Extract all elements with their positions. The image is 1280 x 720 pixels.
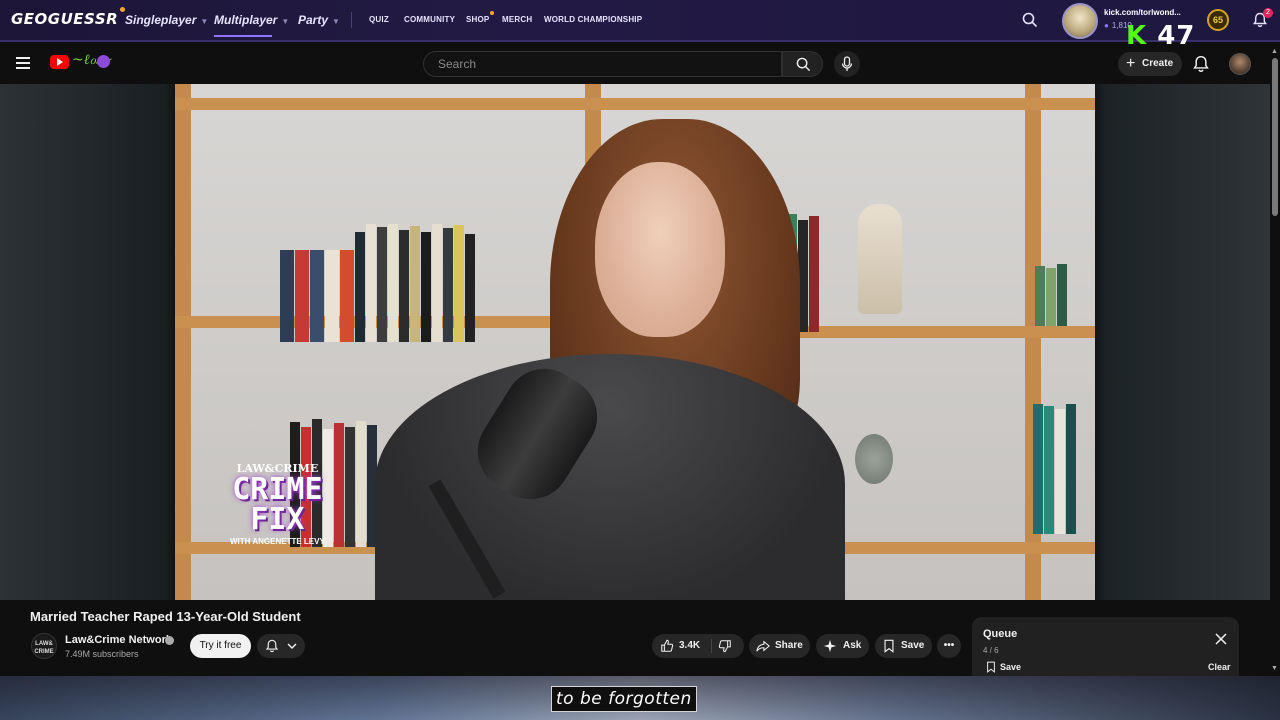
- doodle-badge-icon: [97, 55, 110, 68]
- queue-panel: Queue 4 / 6 Save Clear: [972, 617, 1239, 677]
- like-count[interactable]: 3.4K: [679, 634, 700, 658]
- channel-avatar[interactable]: LAW& CRIME: [31, 633, 57, 659]
- save-button[interactable]: Save: [875, 634, 932, 658]
- create-button[interactable]: + Create: [1118, 52, 1182, 76]
- more-dots-icon: •••: [943, 640, 955, 651]
- bookshelf-books: [1033, 404, 1077, 534]
- youtube-header: ~ℓℴ𝓈~ +Create: [0, 44, 1280, 84]
- stream-subtitle: to be forgotten: [551, 686, 697, 712]
- host-face: [595, 162, 725, 337]
- notifications-bell-icon[interactable]: [1192, 55, 1210, 73]
- subscription-bell-button[interactable]: [257, 634, 305, 658]
- dislike-thumb-down-icon[interactable]: [718, 639, 732, 653]
- more-actions-button[interactable]: •••: [937, 634, 961, 658]
- search-icon[interactable]: [1022, 12, 1038, 28]
- kick-count: 47: [1157, 21, 1196, 51]
- like-dislike-group: 3.4K: [652, 634, 744, 658]
- voice-search-button[interactable]: [834, 51, 860, 77]
- share-arrow-icon: [756, 640, 770, 652]
- bookshelf-books: [280, 224, 476, 342]
- channel-name[interactable]: Law&Crime Network: [65, 634, 172, 646]
- nav-party[interactable]: Party ▼: [298, 13, 340, 27]
- user-avatar[interactable]: [1062, 3, 1098, 39]
- ask-label: Ask: [843, 640, 862, 651]
- nav-multiplayer[interactable]: Multiplayer ▼: [214, 13, 290, 37]
- try-it-free-button[interactable]: Try it free: [190, 634, 251, 658]
- search-button[interactable]: [782, 51, 823, 77]
- geoguessr-top-bar: GEOGUESSR Singleplayer ▼ Multiplayer ▼ Par…: [0, 0, 1280, 42]
- nav-shop-label: SHOP: [466, 15, 490, 24]
- queue-position: 4 / 6: [983, 646, 999, 655]
- nav-divider: [351, 12, 352, 28]
- user-name[interactable]: kick.com/torlwond...: [1104, 8, 1181, 17]
- kick-logo-icon: K: [1126, 21, 1148, 51]
- queue-save-button[interactable]: Save: [1000, 662, 1021, 672]
- notification-count-badge: 2: [1263, 8, 1273, 18]
- nav-quiz[interactable]: QUIZ: [369, 15, 389, 24]
- nav-multiplayer-label: Multiplayer: [214, 13, 278, 27]
- geoguessr-logo-text: GEOGUESSR: [11, 10, 119, 28]
- save-label: Save: [901, 640, 925, 651]
- share-label: Share: [775, 640, 803, 651]
- search-icon: [796, 57, 811, 72]
- shelf-post: [175, 84, 191, 600]
- subscriber-count: 7.49M subscribers: [65, 649, 139, 659]
- chevron-down-icon: [287, 643, 297, 649]
- nav-community[interactable]: COMMUNITY: [404, 15, 455, 24]
- queue-title: Queue: [983, 628, 1018, 640]
- bookmark-icon: [884, 639, 894, 653]
- scroll-down-arrow-icon[interactable]: ▼: [1271, 665, 1278, 672]
- nav-party-label: Party: [298, 13, 329, 27]
- shop-dot-icon: [490, 11, 495, 15]
- chevron-down-icon: ▼: [281, 17, 290, 26]
- logo-tagline: WITH ANGENETTE LEVY: [230, 537, 325, 546]
- verified-badge-icon: [165, 636, 174, 645]
- logo-dot-icon: [120, 7, 126, 12]
- host-body: [375, 354, 845, 600]
- search-input[interactable]: [424, 52, 754, 76]
- search-box: [423, 51, 782, 77]
- kick-overlay: K 47: [1126, 22, 1195, 50]
- plus-icon: +: [1126, 55, 1136, 72]
- logo-line2: FIX: [250, 502, 305, 537]
- like-divider: [711, 639, 712, 653]
- scrollbar-thumb[interactable]: [1272, 58, 1278, 216]
- like-thumb-up-icon[interactable]: [660, 639, 674, 653]
- nav-world-championship[interactable]: WORLD CHAMPIONSHIP: [544, 15, 642, 24]
- chevron-down-icon: ▼: [332, 17, 340, 26]
- scroll-up-arrow-icon[interactable]: ▲: [1271, 48, 1278, 55]
- share-button[interactable]: Share: [749, 634, 810, 658]
- video-title: Married Teacher Raped 13-Year-Old Studen…: [30, 609, 301, 624]
- nav-shop[interactable]: SHOP: [466, 11, 495, 24]
- ask-button[interactable]: Ask: [816, 634, 869, 658]
- shelf-board: [775, 326, 1095, 338]
- queue-clear-button[interactable]: Clear: [1208, 662, 1231, 672]
- nav-singleplayer[interactable]: Singleplayer ▼: [125, 13, 208, 27]
- close-icon[interactable]: [1215, 633, 1227, 645]
- figurine-decoration: [858, 204, 902, 314]
- sparkle-icon: [823, 639, 837, 653]
- microphone-icon: [841, 56, 853, 71]
- bookshelf-books: [1035, 264, 1068, 326]
- crime-fix-logo: LAW&CRIME CRIME FIX WITH ANGENETTE LEVY: [230, 462, 325, 546]
- plant-decoration: [855, 434, 893, 484]
- chevron-down-icon: ▼: [200, 17, 209, 26]
- youtube-logo-icon[interactable]: [50, 55, 69, 69]
- user-level-badge: 65: [1207, 9, 1229, 31]
- nav-merch[interactable]: MERCH: [502, 15, 532, 24]
- bell-icon: [265, 639, 279, 653]
- hamburger-menu-icon[interactable]: [16, 57, 30, 69]
- create-label: Create: [1142, 58, 1174, 69]
- bookmark-icon[interactable]: [986, 661, 996, 673]
- nav-singleplayer-label: Singleplayer: [125, 13, 197, 27]
- account-avatar[interactable]: [1229, 53, 1251, 75]
- logo-line1: CRIME: [232, 472, 323, 507]
- geoguessr-logo[interactable]: GEOGUESSR: [11, 7, 126, 28]
- video-player[interactable]: LAW&CRIME CRIME FIX WITH ANGENETTE LEVY: [175, 84, 1095, 600]
- shelf-board: [175, 98, 1095, 110]
